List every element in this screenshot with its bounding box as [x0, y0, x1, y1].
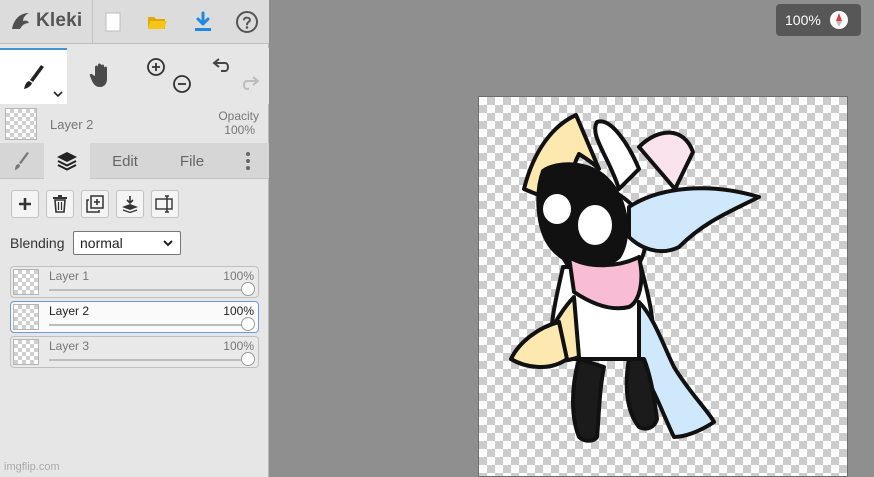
blending-select[interactable]: normal [73, 231, 181, 255]
merge-layer-button[interactable] [116, 190, 144, 218]
chevron-down-icon [163, 240, 173, 247]
delete-layer-icon [53, 195, 67, 213]
opacity-label: Opacity [218, 109, 259, 123]
layer-opacity-slider-handle[interactable] [241, 282, 255, 296]
layer-opacity: 100% [223, 304, 254, 318]
app-logo-text: Kleki [36, 10, 83, 31]
add-layer-icon [19, 198, 31, 210]
tab-file[interactable]: File [160, 143, 224, 179]
zoom-tools [137, 48, 203, 102]
new-file-button[interactable] [97, 6, 129, 38]
compass-icon [829, 11, 848, 29]
redo-icon[interactable] [237, 74, 261, 96]
current-layer-name: Layer 2 [50, 117, 94, 132]
download-icon [195, 11, 211, 31]
app-logo[interactable]: Kleki [8, 8, 82, 34]
undo-redo-tools [205, 48, 267, 102]
layer-opacity-slider-track[interactable] [49, 289, 246, 291]
brush-icon [23, 65, 44, 89]
zoom-out-icon[interactable] [171, 73, 193, 95]
tab-edit-label: Edit [112, 152, 138, 170]
merge-down-icon [122, 196, 138, 213]
layer-opacity-slider-handle[interactable] [241, 317, 255, 331]
open-file-button[interactable] [141, 6, 173, 38]
rename-layer-icon [155, 195, 173, 213]
brush-tool-button[interactable] [0, 48, 67, 104]
layer-row[interactable]: Layer 2 100% [10, 301, 259, 333]
rename-layer-button[interactable] [151, 190, 179, 218]
duplicate-layer-icon [86, 195, 104, 213]
open-folder-icon [148, 17, 167, 29]
tab-layers[interactable] [44, 143, 90, 179]
hand-tool-button[interactable] [70, 48, 132, 102]
layer-name: Layer 3 [49, 339, 90, 353]
chevron-down-icon [53, 91, 63, 98]
watermark: imgflip.com [4, 461, 60, 473]
zoom-value: 100% [785, 12, 821, 28]
layer-name: Layer 1 [49, 269, 90, 283]
hand-icon [89, 63, 107, 87]
tool-row [0, 48, 269, 104]
help-icon [236, 11, 258, 33]
layer-thumbnail [13, 339, 39, 365]
current-layer-thumbnail [5, 108, 37, 140]
add-layer-button[interactable] [11, 190, 39, 218]
brush-icon [15, 152, 29, 170]
layer-opacity: 100% [223, 339, 254, 353]
panel-tabs: Edit File [0, 143, 269, 179]
tab-brush[interactable] [0, 143, 44, 179]
layers-icon [57, 152, 77, 171]
zoom-in-icon[interactable] [145, 56, 167, 78]
help-button[interactable] [231, 6, 263, 38]
toolbar-divider [92, 0, 93, 44]
character-drawing [509, 113, 761, 443]
layer-opacity-slider-track[interactable] [49, 324, 246, 326]
kleki-logo-icon [12, 13, 29, 29]
blending-label: Blending [10, 235, 65, 251]
current-layer-info: Layer 2 Opacity 100% [0, 106, 269, 142]
tab-more[interactable] [228, 143, 268, 179]
layer-row[interactable]: Layer 1 100% [10, 266, 259, 298]
download-button[interactable] [187, 6, 219, 38]
delete-layer-button[interactable] [46, 190, 74, 218]
layer-name: Layer 2 [49, 304, 90, 318]
more-vertical-icon [246, 152, 250, 170]
tab-file-label: File [179, 152, 205, 170]
top-toolbar: Kleki [0, 0, 269, 44]
undo-icon[interactable] [211, 56, 235, 78]
new-file-icon [105, 12, 121, 32]
layer-row[interactable]: Layer 3 100% [10, 336, 259, 368]
layer-opacity: 100% [223, 269, 254, 283]
duplicate-layer-button[interactable] [81, 190, 109, 218]
layer-opacity-slider-handle[interactable] [241, 352, 255, 366]
layer-opacity-slider-track[interactable] [49, 359, 246, 361]
blending-value: normal [80, 235, 123, 251]
layer-thumbnail [13, 269, 39, 295]
tab-edit[interactable]: Edit [92, 143, 158, 179]
layer-thumbnail [13, 304, 39, 330]
sidebar: Kleki Layer 2 Opacity 100% Edit File Ble… [0, 0, 269, 477]
zoom-indicator[interactable]: 100% [776, 4, 861, 36]
drawing-canvas[interactable] [478, 96, 848, 477]
opacity-value: 100% [224, 123, 255, 137]
